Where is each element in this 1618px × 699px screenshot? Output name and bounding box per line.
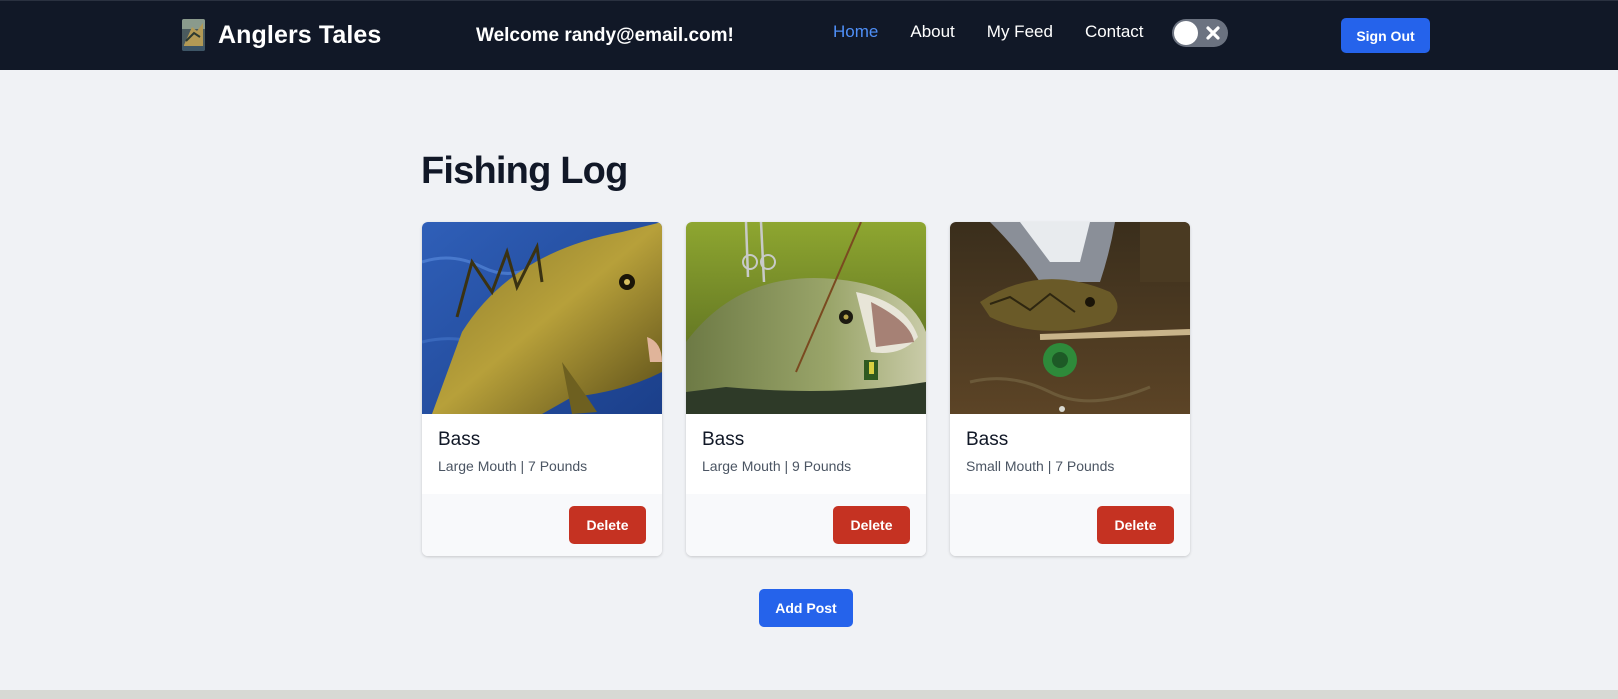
card-body: Bass Small Mouth | 7 Pounds xyxy=(950,414,1190,494)
footer-strip xyxy=(0,690,1618,699)
delete-button[interactable]: Delete xyxy=(1097,506,1174,544)
fish-photo xyxy=(686,222,926,414)
card-footer: Delete xyxy=(686,494,926,556)
welcome-message: Welcome randy@email.com! xyxy=(476,25,734,46)
card-title: Bass xyxy=(438,429,481,450)
add-post-button[interactable]: Add Post xyxy=(759,589,853,627)
brand-logo-icon xyxy=(182,19,205,51)
nav-links: Home About My Feed Contact xyxy=(833,20,1144,44)
card-body: Bass Large Mouth | 7 Pounds xyxy=(422,414,662,494)
card-footer: Delete xyxy=(950,494,1190,556)
card-body: Bass Large Mouth | 9 Pounds xyxy=(686,414,926,494)
fish-photo xyxy=(422,222,662,414)
card-subtitle: Small Mouth | 7 Pounds xyxy=(966,458,1115,474)
card-footer: Delete xyxy=(422,494,662,556)
sign-out-button[interactable]: Sign Out xyxy=(1341,18,1430,53)
toggle-knob xyxy=(1174,21,1198,45)
navbar: Anglers Tales Welcome randy@email.com! H… xyxy=(0,0,1618,70)
fish-photo xyxy=(950,222,1190,414)
card-title: Bass xyxy=(966,429,1009,450)
fish-card: Bass Large Mouth | 9 Pounds Delete xyxy=(686,222,926,556)
fish-card: Bass Large Mouth | 7 Pounds Delete xyxy=(422,222,662,556)
page-title: Fishing Log xyxy=(421,150,628,192)
nav-link-my-feed[interactable]: My Feed xyxy=(987,20,1053,44)
brand-name: Anglers Tales xyxy=(218,20,382,49)
nav-link-about[interactable]: About xyxy=(910,20,954,44)
card-subtitle: Large Mouth | 9 Pounds xyxy=(702,458,852,474)
theme-toggle[interactable] xyxy=(1172,19,1228,47)
card-subtitle: Large Mouth | 7 Pounds xyxy=(438,458,588,474)
card-title: Bass xyxy=(702,429,745,450)
delete-button[interactable]: Delete xyxy=(569,506,646,544)
nav-link-contact[interactable]: Contact xyxy=(1085,20,1144,44)
brand-link[interactable]: Anglers Tales xyxy=(182,19,381,51)
delete-button[interactable]: Delete xyxy=(833,506,910,544)
close-x-icon xyxy=(1206,26,1220,40)
fishing-log-cards: Bass Large Mouth | 7 Pounds Delete Bass … xyxy=(422,222,1190,556)
fish-card: Bass Small Mouth | 7 Pounds Delete xyxy=(950,222,1190,556)
nav-link-home[interactable]: Home xyxy=(833,20,878,44)
